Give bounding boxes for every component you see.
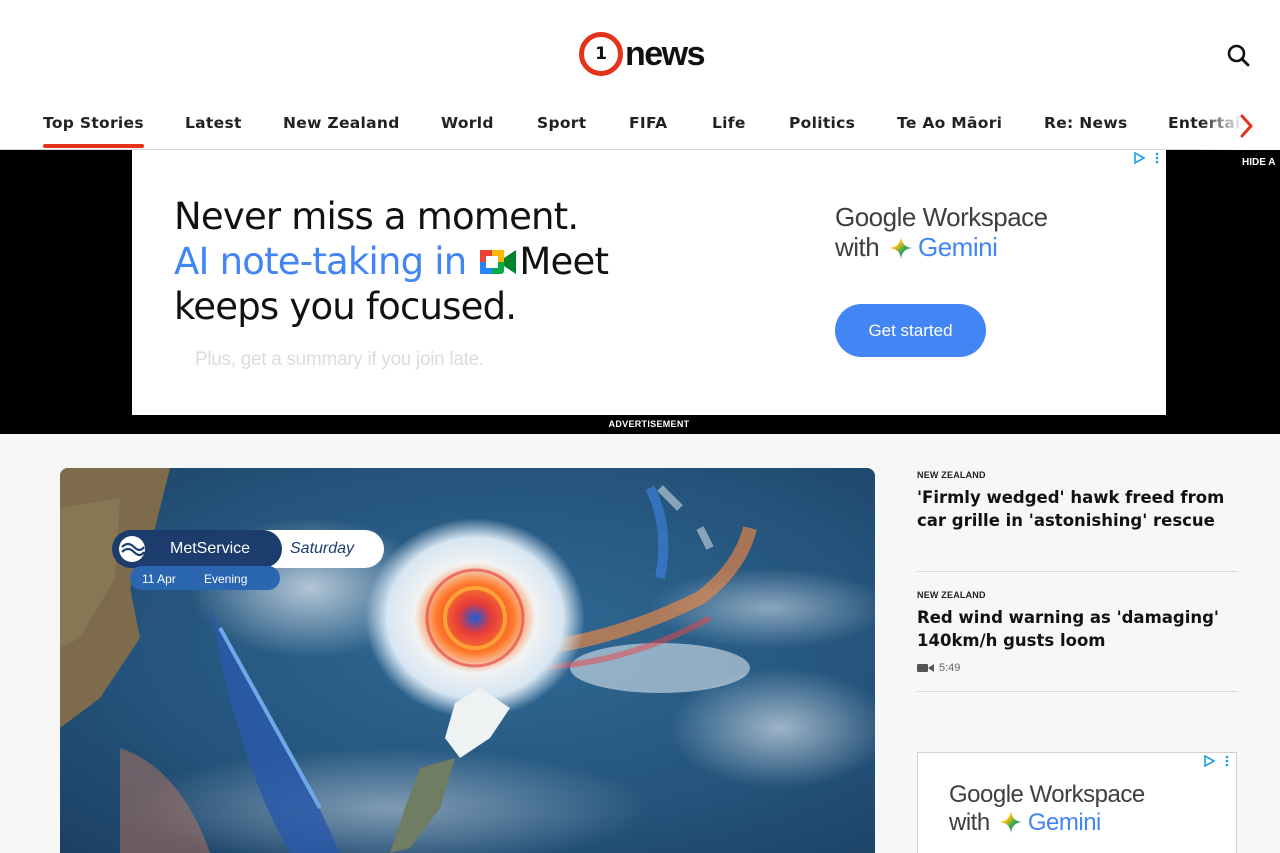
story-item[interactable]: NEW ZEALAND 'Firmly wedged' hawk freed f… [917,470,1237,532]
story-video-meta: 5:49 [917,662,1237,674]
nav-item-re-news[interactable]: Re: News [1044,114,1127,132]
weather-map-image [60,468,875,853]
chevron-right-icon [1240,114,1253,138]
leaderboard-ad: Never miss a moment. AI note-taking in M… [0,150,1280,434]
nav-item-politics[interactable]: Politics [789,114,855,132]
site-header: 1 news Top Stories Latest New Zealand Wo… [0,0,1280,150]
side-ad-brand: Google Workspace with Gemini [949,781,1145,837]
badge-date: 11 Apr [142,572,176,586]
nav-item-fifa[interactable]: FIFA [629,114,667,132]
video-camera-icon [917,664,934,672]
story-item[interactable]: NEW ZEALAND Red wind warning as 'damagin… [917,590,1237,674]
nav-item-te-ao-maori[interactable]: Te Ao Māori [897,114,1002,132]
ad-subline: Plus, get a summary if you join late. [195,349,484,370]
advertisement-label: ADVERTISEMENT [608,419,690,429]
gemini-star-icon [889,237,912,259]
logo-word: news [625,34,706,73]
story-divider [917,571,1237,572]
story-category[interactable]: NEW ZEALAND [917,470,1237,480]
story-category[interactable]: NEW ZEALAND [917,590,1237,600]
metservice-logo-icon [119,536,145,562]
nav-item-new-zealand[interactable]: New Zealand [283,114,400,132]
ad-product-name: Meet [519,240,609,283]
story-headline[interactable]: 'Firmly wedged' hawk freed from car gril… [917,486,1237,532]
ad-headline: Never miss a moment. AI note-taking in M… [174,194,609,329]
hide-ad-button[interactable]: HIDE A [1242,157,1276,168]
main-nav: Top Stories Latest New Zealand World Spo… [0,104,1280,150]
story-divider [917,691,1237,692]
ad-line-3: keeps you focused. [174,285,517,328]
ad-brand: Google Workspace with Gemini [835,202,1048,262]
ad-brand-gemini: Gemini [917,232,998,262]
video-duration: 5:49 [939,662,961,674]
hero-weather-image[interactable]: MetService Saturday 11 Apr Evening [60,468,875,853]
ad-line-1: Never miss a moment. [174,195,579,238]
nav-item-sport[interactable]: Sport [537,114,586,132]
story-headline[interactable]: Red wind warning as 'damaging' 140km/h g… [917,606,1237,652]
nav-scroll-right-button[interactable] [1236,112,1256,140]
gemini-star-icon [999,811,1022,833]
search-button[interactable] [1224,40,1254,70]
logo-number: 1 [595,44,607,64]
ad-line-2: AI note-taking in [174,240,467,283]
adchoices-icon[interactable] [1133,152,1163,164]
sidebar-ad[interactable]: Google Workspace with Gemini [917,752,1237,853]
logo-ring: 1 [579,32,623,76]
ad-creative[interactable]: Never miss a moment. AI note-taking in M… [132,150,1166,415]
1news-logo[interactable]: 1 news [579,31,706,77]
side-ad-brand-with: with [949,809,990,836]
nav-item-latest[interactable]: Latest [185,114,242,132]
search-icon [1227,44,1250,67]
badge-name: MetService [170,540,251,557]
nav-item-world[interactable]: World [441,114,494,132]
google-meet-icon [480,250,517,274]
side-ad-brand-gemini: Gemini [1027,809,1102,836]
adchoices-icon[interactable] [1203,755,1233,767]
ad-brand-line: Google Workspace [835,202,1048,232]
badge-day: Saturday [290,540,355,557]
badge-time: Evening [204,572,248,586]
ad-brand-with: with [835,232,880,262]
side-ad-brand-line: Google Workspace [949,781,1145,808]
nav-item-top-stories[interactable]: Top Stories [43,114,144,148]
get-started-button[interactable]: Get started [835,304,986,357]
nav-item-life[interactable]: Life [712,114,746,132]
